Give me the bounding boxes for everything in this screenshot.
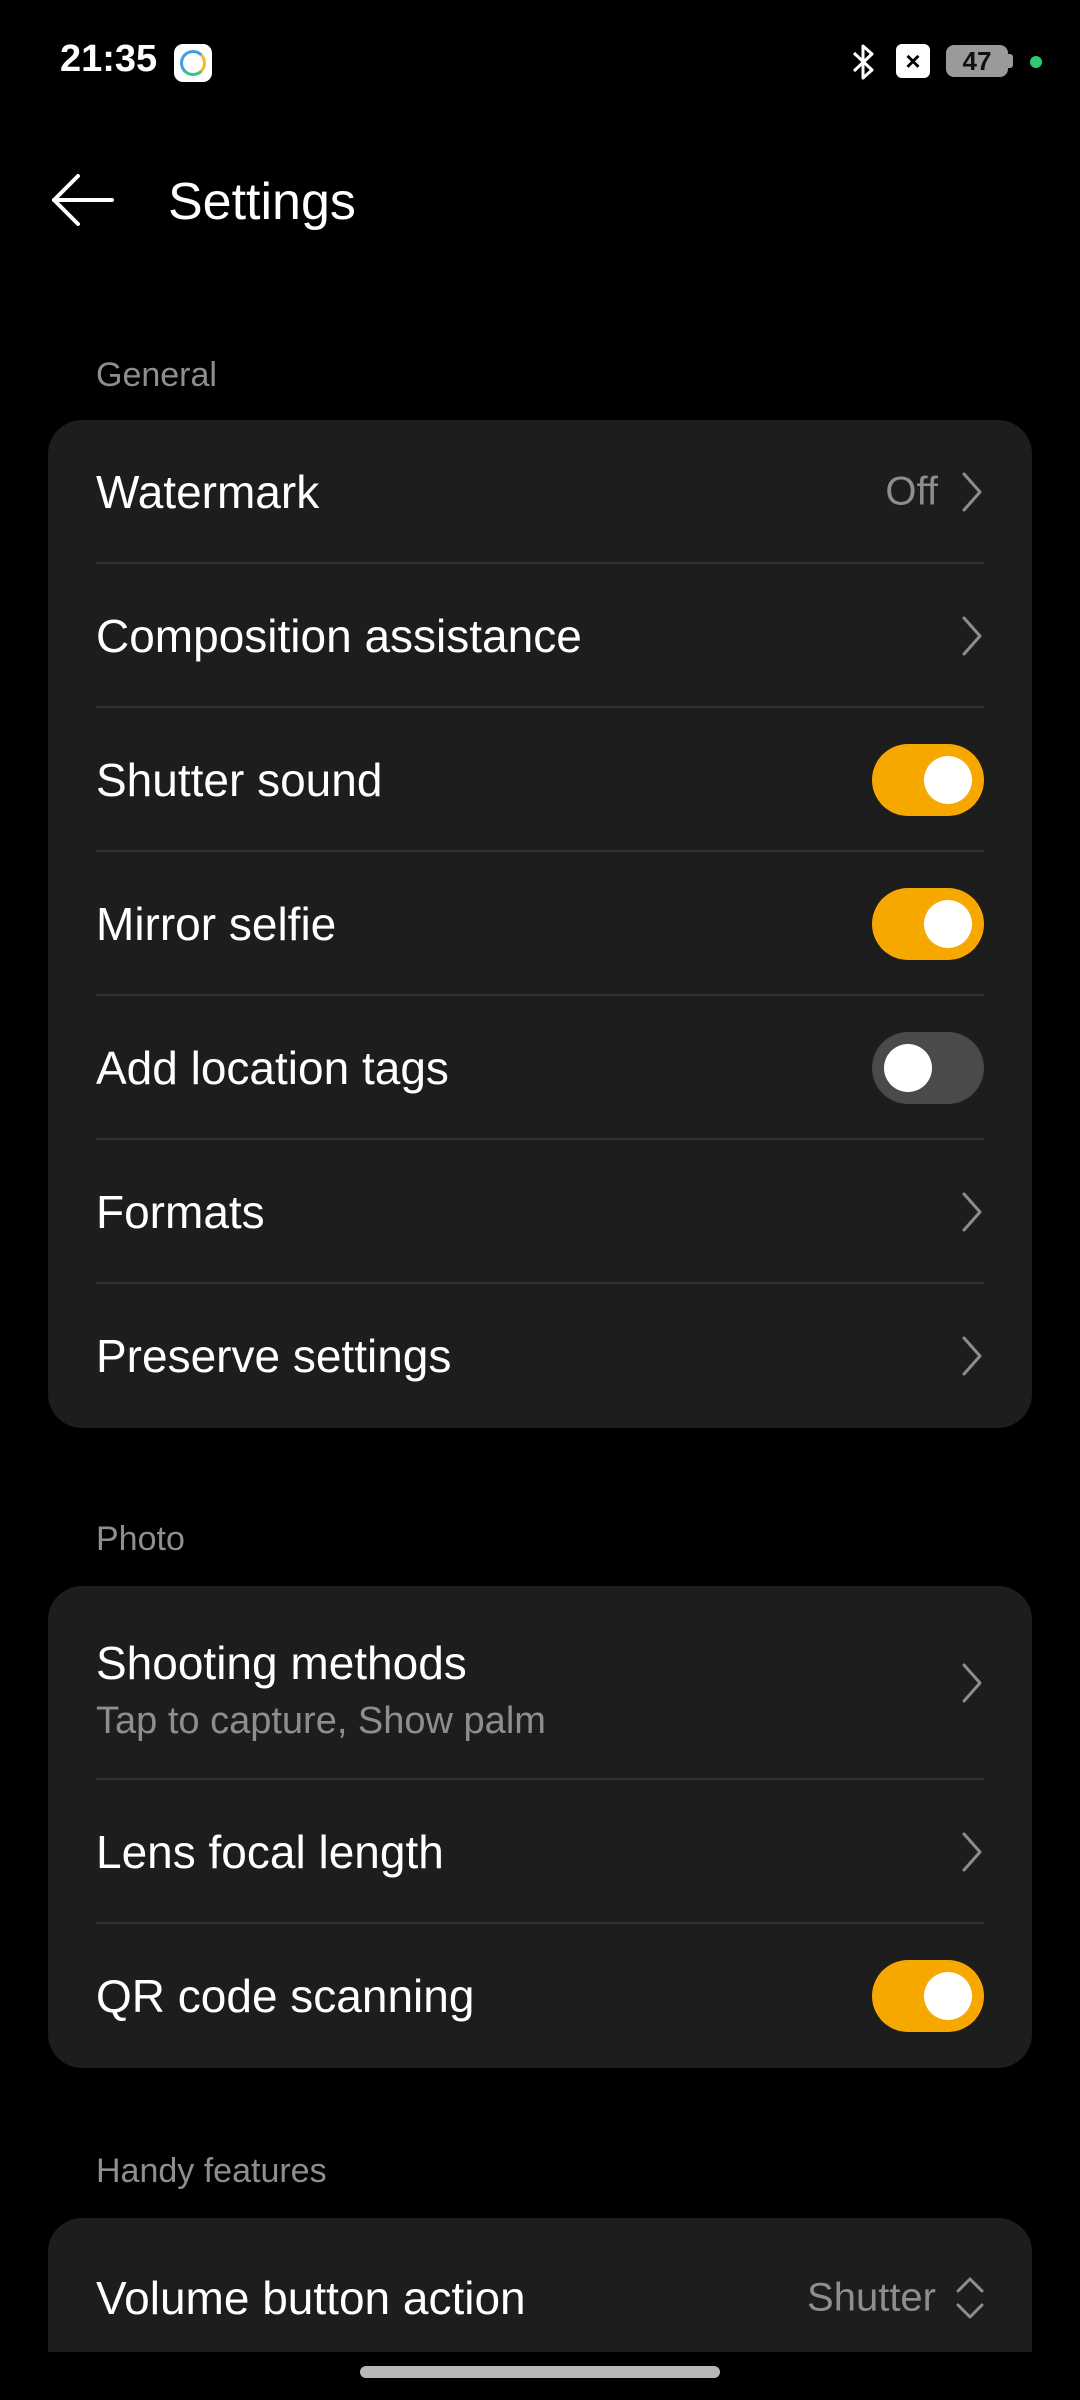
watermark-value: Off	[885, 469, 938, 514]
back-arrow-icon	[52, 174, 114, 226]
shutter-sound-toggle[interactable]	[872, 744, 984, 816]
qr-code-scanning-label: QR code scanning	[96, 1970, 475, 2022]
section-label-photo: Photo	[96, 1520, 185, 1558]
shutter-sound-label: Shutter sound	[96, 754, 383, 806]
composition-assistance-label: Composition assistance	[96, 610, 582, 662]
battery-nub	[1008, 54, 1013, 68]
mirror-selfie-label: Mirror selfie	[96, 898, 337, 950]
watermark-row[interactable]: Watermark Off	[48, 420, 1032, 564]
handy-features-card: Volume button action Shutter	[48, 2218, 1032, 2352]
formats-row[interactable]: Formats	[48, 1140, 1032, 1284]
no-sim-icon: ×	[896, 44, 930, 78]
lens-focal-length-row[interactable]: Lens focal length	[48, 1780, 1032, 1924]
general-card: Watermark Off Composition assistance Shu…	[48, 420, 1032, 1428]
privacy-dot-icon	[1030, 56, 1042, 68]
header: Settings	[0, 150, 1080, 250]
status-time: 21:35	[60, 38, 158, 80]
preserve-settings-row[interactable]: Preserve settings	[48, 1284, 1032, 1428]
chevron-right-icon	[962, 1832, 982, 1872]
photo-card: Shooting methods Tap to capture, Show pa…	[48, 1586, 1032, 2068]
section-label-general: General	[96, 356, 217, 394]
chevron-right-icon	[962, 616, 982, 656]
app-notification-icon	[174, 44, 212, 82]
chevron-right-icon	[962, 1192, 982, 1232]
shutter-sound-row: Shutter sound	[48, 708, 1032, 852]
qr-code-scanning-row: QR code scanning	[48, 1924, 1032, 2068]
volume-button-action-value: Shutter	[807, 2275, 936, 2320]
chevron-right-icon	[962, 1663, 982, 1703]
section-label-handy-features: Handy features	[96, 2152, 327, 2190]
page-title: Settings	[168, 173, 356, 231]
volume-button-action-label: Volume button action	[96, 2272, 526, 2324]
formats-label: Formats	[96, 1186, 265, 1238]
mirror-selfie-row: Mirror selfie	[48, 852, 1032, 996]
mirror-selfie-toggle[interactable]	[872, 888, 984, 960]
bluetooth-icon	[852, 44, 874, 80]
watermark-label: Watermark	[96, 466, 320, 518]
lens-focal-length-label: Lens focal length	[96, 1826, 444, 1878]
battery-icon: 47	[946, 45, 1008, 77]
location-tags-toggle[interactable]	[872, 1032, 984, 1104]
chevron-right-icon	[962, 472, 982, 512]
shooting-methods-label: Shooting methods	[96, 1637, 467, 1689]
volume-button-action-row[interactable]: Volume button action Shutter	[48, 2218, 1032, 2352]
shooting-methods-row[interactable]: Shooting methods Tap to capture, Show pa…	[48, 1586, 1032, 1780]
status-bar: 21:35 × 47	[0, 0, 1080, 120]
shooting-methods-summary: Tap to capture, Show palm	[96, 1700, 546, 1742]
chevron-right-icon	[962, 1336, 982, 1376]
up-down-chevron-icon	[956, 2277, 984, 2319]
back-button[interactable]	[40, 170, 130, 230]
home-indicator[interactable]	[360, 2366, 720, 2378]
preserve-settings-label: Preserve settings	[96, 1330, 452, 1382]
location-tags-row: Add location tags	[48, 996, 1032, 1140]
location-tags-label: Add location tags	[96, 1042, 449, 1094]
composition-assistance-row[interactable]: Composition assistance	[48, 564, 1032, 708]
qr-code-scanning-toggle[interactable]	[872, 1960, 984, 2032]
